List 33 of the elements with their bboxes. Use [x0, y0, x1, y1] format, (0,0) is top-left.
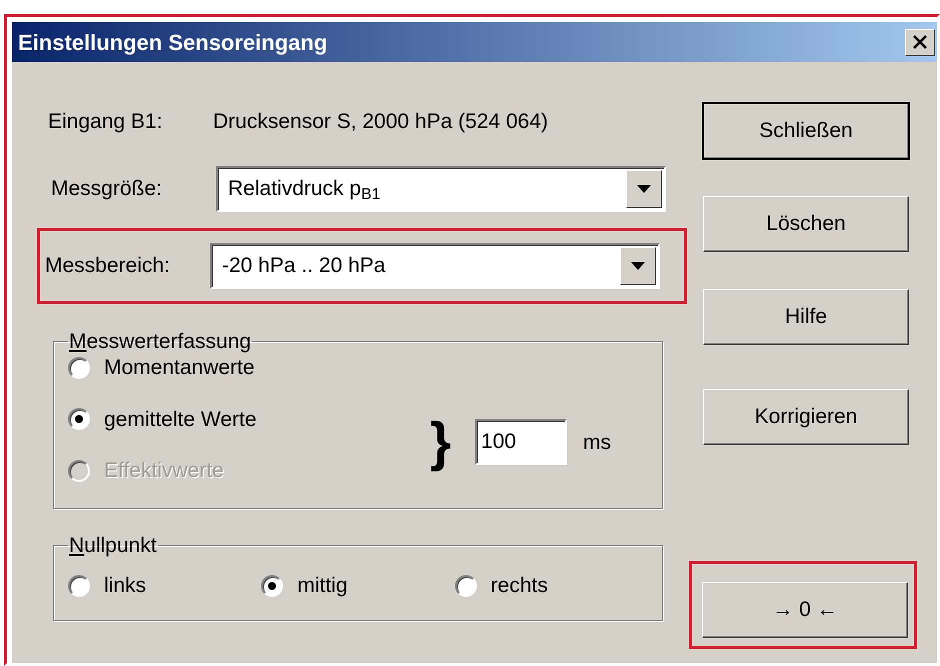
dropdown-arrow-button[interactable]: [620, 247, 656, 285]
field-label: Messgröße:: [51, 176, 163, 202]
zero-button[interactable]: → 0 ←: [702, 582, 908, 638]
dropdown-arrow-button[interactable]: [626, 170, 662, 208]
dropdown[interactable]: Relativdruck p$_{B1}$: [216, 166, 666, 212]
dialog-button[interactable]: Hilfe: [703, 289, 909, 345]
radio-button[interactable]: [68, 356, 90, 379]
radio-label[interactable]: links: [104, 570, 146, 602]
window-title: Einstellungen Sensoreingang: [18, 28, 328, 57]
dialog-button[interactable]: Korrigieren: [703, 389, 909, 445]
group-title: Nullpunkt: [68, 535, 158, 556]
caret-icon: [637, 185, 651, 193]
interval-input[interactable]: 100: [475, 419, 568, 466]
field-label: Eingang B1:: [48, 109, 164, 136]
radio-button[interactable]: [261, 574, 284, 597]
caret-icon: [631, 262, 645, 270]
radio-label[interactable]: Momentanwerte: [104, 352, 255, 384]
brace-symbol: }: [430, 415, 452, 470]
sensor-value: Drucksensor S, 2000 hPa (524 064): [213, 109, 548, 136]
radio-label[interactable]: mittig: [297, 570, 348, 602]
radio-label[interactable]: gemittelte Werte: [104, 404, 257, 435]
unit-label: ms: [583, 430, 612, 456]
close-button[interactable]: [905, 28, 935, 56]
field-label: Messbereich:: [45, 253, 171, 280]
radio-button[interactable]: [68, 408, 90, 430]
dialog-button[interactable]: Schließen: [703, 103, 909, 159]
radio-button[interactable]: [454, 574, 477, 597]
group-title: Messwerterfassung: [68, 331, 252, 352]
radio-button[interactable]: [68, 574, 90, 597]
close-icon: [912, 35, 928, 49]
dialog-button[interactable]: Löschen: [703, 196, 909, 252]
dropdown[interactable]: -20 hPa .. 20 hPa: [210, 243, 660, 289]
radio-label[interactable]: rechts: [490, 570, 548, 602]
